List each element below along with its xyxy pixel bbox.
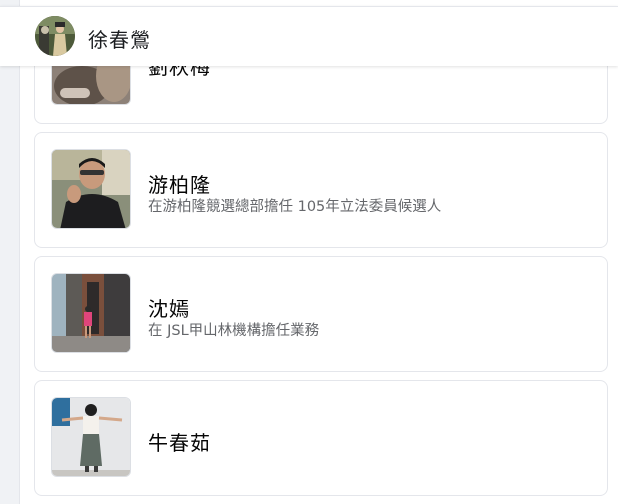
list-item[interactable]: 沈嫣 在 JSL甲山林機構擔任業務 [34,256,608,372]
list-item[interactable]: 牛春茹 [34,380,608,496]
profile-header: 徐春鶯 [0,6,618,66]
profile-thumbnail[interactable] [51,397,131,477]
profile-name[interactable]: 徐春鶯 [88,24,151,53]
person-name[interactable]: 沈嫣 [148,293,190,322]
list-item[interactable]: 游柏隆 在游柏隆競選總部擔任 105年立法委員候選人 [34,132,608,248]
profile-thumbnail[interactable] [51,149,131,229]
person-subtitle: 在 JSL甲山林機構擔任業務 [148,323,320,339]
person-name[interactable]: 游柏隆 [148,169,211,198]
person-name[interactable]: 牛春茹 [148,427,211,456]
person-subtitle: 在游柏隆競選總部擔任 105年立法委員候選人 [148,199,442,215]
profile-thumbnail[interactable] [51,273,131,353]
avatar[interactable] [35,16,75,56]
